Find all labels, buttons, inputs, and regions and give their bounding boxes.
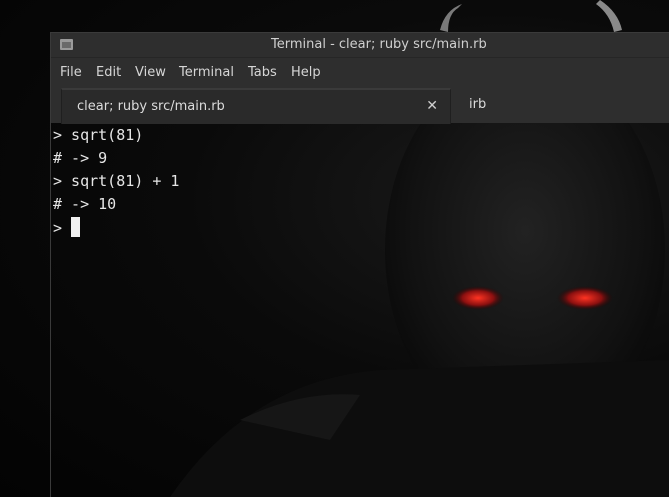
window-titlebar[interactable]: Terminal - clear; ruby src/main.rb: [51, 33, 669, 58]
tab-label: clear; ruby src/main.rb: [77, 99, 225, 114]
terminal-prompt: >: [53, 219, 72, 237]
terminal-window[interactable]: Terminal - clear; ruby src/main.rb File …: [50, 32, 669, 497]
terminal-line: > sqrt(81) + 1: [53, 172, 180, 190]
menubar: File Edit View Terminal Tabs Help: [51, 58, 669, 88]
window-title: Terminal - clear; ruby src/main.rb: [271, 37, 487, 52]
terminal-line: # -> 10: [53, 195, 117, 213]
menu-edit[interactable]: Edit: [96, 65, 121, 80]
wallpaper-horn-right: [596, 0, 622, 32]
tab-irb[interactable]: irb: [451, 88, 669, 123]
terminal-line: > sqrt(81): [53, 126, 144, 144]
terminal-prompt-line: >: [53, 217, 81, 240]
menu-terminal[interactable]: Terminal: [179, 65, 234, 80]
terminal-output[interactable]: > sqrt(81) # -> 9 > sqrt(81) + 1 # -> 10…: [51, 123, 669, 497]
wallpaper-horn-left: [440, 4, 462, 32]
menu-file[interactable]: File: [60, 65, 82, 80]
menu-help[interactable]: Help: [291, 65, 321, 80]
close-icon[interactable]: ✕: [426, 98, 438, 114]
menu-view[interactable]: View: [135, 65, 166, 80]
desktop: Terminal - clear; ruby src/main.rb File …: [0, 0, 669, 497]
text-cursor: [71, 217, 81, 237]
tab-label: irb: [469, 97, 487, 112]
tab-bar: clear; ruby src/main.rb ✕ irb: [51, 88, 669, 124]
tab-main-rb[interactable]: clear; ruby src/main.rb ✕: [61, 88, 451, 124]
menu-tabs[interactable]: Tabs: [248, 65, 277, 80]
terminal-line: # -> 9: [53, 149, 108, 167]
